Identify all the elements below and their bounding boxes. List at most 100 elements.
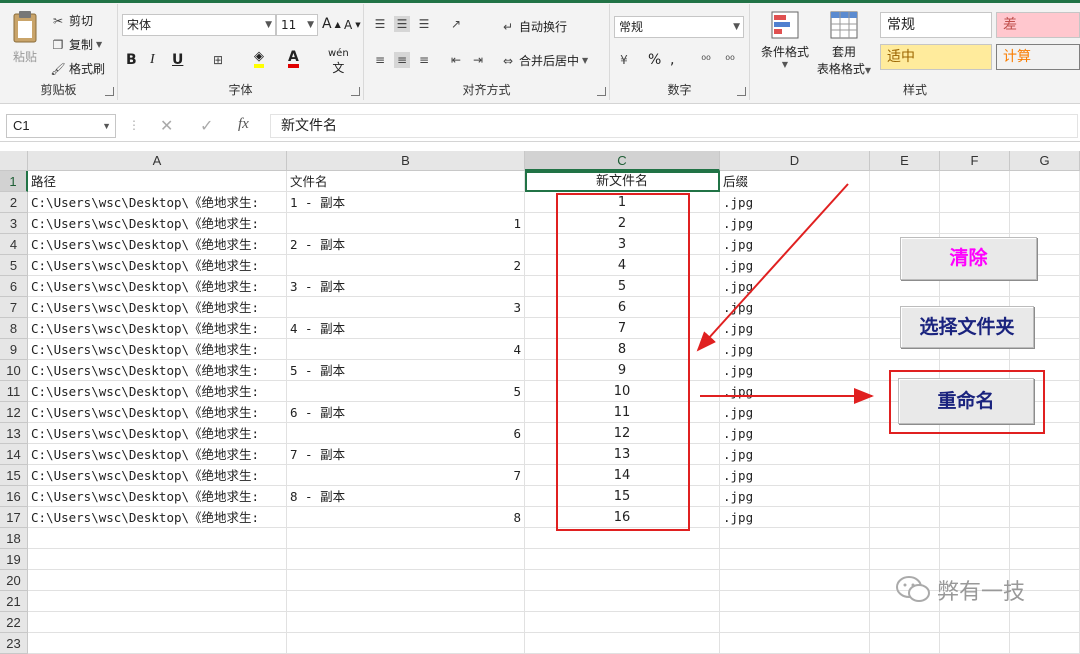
table-cell[interactable]: 5 - 副本 bbox=[287, 360, 525, 381]
table-cell[interactable] bbox=[940, 465, 1010, 486]
font-size-select[interactable]: 11 ▼ bbox=[276, 14, 318, 36]
table-cell[interactable]: .jpg bbox=[720, 297, 870, 318]
table-cell[interactable] bbox=[1010, 633, 1080, 654]
table-cell[interactable]: .jpg bbox=[720, 234, 870, 255]
table-cell[interactable] bbox=[720, 591, 870, 612]
italic-button[interactable]: I bbox=[150, 52, 155, 68]
fill-color-button[interactable]: ◈ bbox=[254, 50, 264, 68]
table-cell[interactable]: 3 - 副本 bbox=[287, 276, 525, 297]
table-cell[interactable] bbox=[287, 570, 525, 591]
align-top-button[interactable]: ☰ bbox=[372, 16, 388, 32]
align-center-button[interactable]: ≡ bbox=[394, 52, 410, 68]
row-header[interactable]: 3 bbox=[0, 213, 28, 234]
wrap-text-button[interactable]: ↵ 自动换行 bbox=[500, 18, 567, 35]
header-cell[interactable]: 路径 bbox=[28, 171, 287, 192]
table-cell[interactable]: 4 - 副本 bbox=[287, 318, 525, 339]
table-cell[interactable]: 1 bbox=[525, 192, 720, 213]
bold-button[interactable]: B bbox=[126, 52, 137, 68]
table-cell[interactable] bbox=[940, 192, 1010, 213]
table-cell[interactable]: 4 bbox=[525, 255, 720, 276]
table-cell[interactable]: 15 bbox=[525, 486, 720, 507]
table-cell[interactable]: 2 - 副本 bbox=[287, 234, 525, 255]
table-cell[interactable] bbox=[287, 633, 525, 654]
accounting-format-button[interactable]: ¥ bbox=[616, 52, 632, 68]
table-cell[interactable]: .jpg bbox=[720, 486, 870, 507]
table-cell[interactable]: .jpg bbox=[720, 318, 870, 339]
table-cell[interactable]: C:\Users\wsc\Desktop\《绝地求生: bbox=[28, 255, 287, 276]
row-header[interactable]: 13 bbox=[0, 423, 28, 444]
table-cell[interactable]: C:\Users\wsc\Desktop\《绝地求生: bbox=[28, 276, 287, 297]
table-cell[interactable] bbox=[1010, 507, 1080, 528]
align-middle-button[interactable]: ☰ bbox=[394, 16, 410, 32]
table-cell[interactable]: 11 bbox=[525, 402, 720, 423]
table-cell[interactable]: 1 - 副本 bbox=[287, 192, 525, 213]
row-header[interactable]: 16 bbox=[0, 486, 28, 507]
row-header[interactable]: 20 bbox=[0, 570, 28, 591]
table-cell[interactable] bbox=[525, 570, 720, 591]
number-format-select[interactable]: 常规 ▼ bbox=[614, 16, 744, 38]
table-cell[interactable] bbox=[525, 612, 720, 633]
phonetic-button[interactable]: wén 文 bbox=[328, 48, 349, 76]
table-cell[interactable] bbox=[940, 444, 1010, 465]
table-cell[interactable]: 12 bbox=[525, 423, 720, 444]
table-cell[interactable]: 4 bbox=[287, 339, 525, 360]
borders-button[interactable]: ⊞ bbox=[210, 52, 226, 68]
table-cell[interactable]: .jpg bbox=[720, 360, 870, 381]
table-cell[interactable] bbox=[525, 528, 720, 549]
table-cell[interactable] bbox=[1010, 171, 1080, 192]
confirm-entry-icon[interactable]: ✓ bbox=[200, 116, 213, 135]
shrink-font-button[interactable]: A ▼ bbox=[344, 18, 361, 32]
align-right-button[interactable]: ≡ bbox=[416, 52, 432, 68]
select-folder-button[interactable]: 选择文件夹 bbox=[900, 306, 1034, 348]
table-cell[interactable]: 2 bbox=[525, 213, 720, 234]
table-cell[interactable] bbox=[1010, 423, 1080, 444]
table-cell[interactable] bbox=[870, 213, 940, 234]
table-cell[interactable]: 5 bbox=[287, 381, 525, 402]
row-header[interactable]: 1 bbox=[0, 171, 28, 192]
table-cell[interactable]: 8 bbox=[525, 339, 720, 360]
table-cell[interactable]: C:\Users\wsc\Desktop\《绝地求生: bbox=[28, 402, 287, 423]
table-cell[interactable] bbox=[870, 528, 940, 549]
table-cell[interactable] bbox=[940, 213, 1010, 234]
format-as-table-button[interactable]: 套用 表格格式▼ bbox=[814, 10, 874, 77]
table-cell[interactable] bbox=[870, 171, 940, 192]
table-cell[interactable] bbox=[287, 528, 525, 549]
row-header[interactable]: 23 bbox=[0, 633, 28, 654]
table-cell[interactable] bbox=[940, 423, 1010, 444]
table-cell[interactable] bbox=[870, 192, 940, 213]
table-cell[interactable]: C:\Users\wsc\Desktop\《绝地求生: bbox=[28, 444, 287, 465]
alignment-launcher-icon[interactable]: . bbox=[597, 87, 606, 96]
table-cell[interactable] bbox=[940, 486, 1010, 507]
table-cell[interactable] bbox=[940, 507, 1010, 528]
table-cell[interactable] bbox=[287, 612, 525, 633]
style-calculation[interactable]: 计算 bbox=[996, 44, 1080, 70]
row-header[interactable]: 2 bbox=[0, 192, 28, 213]
table-cell[interactable] bbox=[870, 423, 940, 444]
table-cell[interactable]: 8 bbox=[287, 507, 525, 528]
font-color-button[interactable]: A bbox=[288, 50, 299, 68]
table-cell[interactable] bbox=[28, 570, 287, 591]
format-painter-button[interactable]: 🖌 格式刷 bbox=[50, 60, 105, 77]
cut-button[interactable]: ✂ 剪切 bbox=[50, 12, 93, 29]
table-cell[interactable]: 5 bbox=[525, 276, 720, 297]
table-cell[interactable]: 7 bbox=[525, 318, 720, 339]
row-header[interactable]: 12 bbox=[0, 402, 28, 423]
rename-button[interactable]: 重命名 bbox=[898, 378, 1034, 424]
row-header[interactable]: 7 bbox=[0, 297, 28, 318]
table-cell[interactable]: C:\Users\wsc\Desktop\《绝地求生: bbox=[28, 423, 287, 444]
row-header[interactable]: 10 bbox=[0, 360, 28, 381]
row-header[interactable]: 22 bbox=[0, 612, 28, 633]
table-cell[interactable] bbox=[1010, 549, 1080, 570]
column-header-d[interactable]: D bbox=[720, 151, 870, 171]
table-cell[interactable]: C:\Users\wsc\Desktop\《绝地求生: bbox=[28, 381, 287, 402]
table-cell[interactable]: 13 bbox=[525, 444, 720, 465]
table-cell[interactable] bbox=[525, 633, 720, 654]
table-cell[interactable] bbox=[870, 612, 940, 633]
row-header[interactable]: 14 bbox=[0, 444, 28, 465]
table-cell[interactable]: .jpg bbox=[720, 444, 870, 465]
table-cell[interactable] bbox=[1010, 528, 1080, 549]
row-header[interactable]: 9 bbox=[0, 339, 28, 360]
style-neutral[interactable]: 适中 bbox=[880, 44, 992, 70]
row-header[interactable]: 4 bbox=[0, 234, 28, 255]
row-header[interactable]: 11 bbox=[0, 381, 28, 402]
